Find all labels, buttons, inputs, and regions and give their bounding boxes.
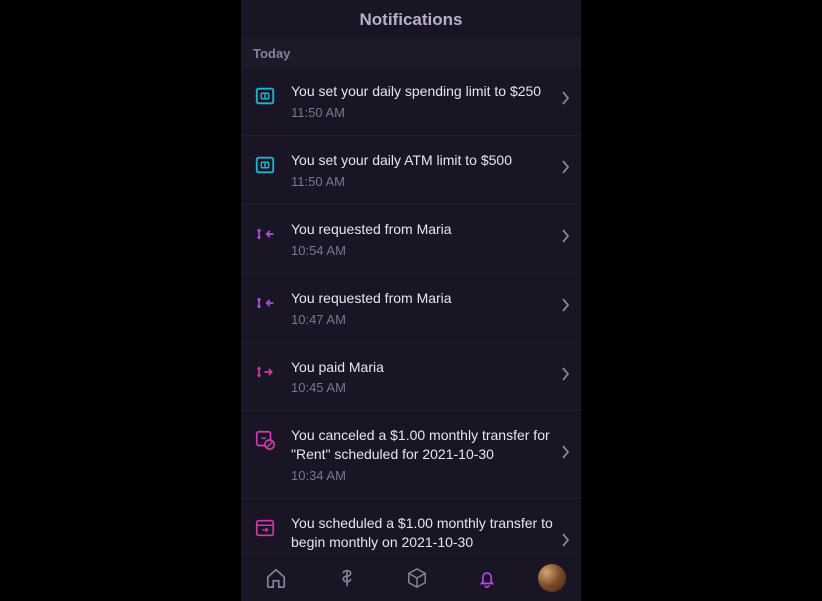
- notification-title: You set your daily ATM limit to $500: [291, 151, 553, 170]
- tab-money[interactable]: [327, 558, 367, 598]
- request-in-icon: [253, 291, 277, 315]
- chevron-right-icon: [561, 445, 571, 464]
- chevron-right-icon: [561, 160, 571, 179]
- chevron-right-icon: [561, 533, 571, 552]
- pay-out-icon: [253, 360, 277, 384]
- notification-body: You requested from Maria 10:47 AM: [277, 289, 561, 327]
- notification-row[interactable]: You scheduled a $1.00 monthly transfer t…: [241, 499, 581, 553]
- cancel-transfer-icon: [253, 428, 277, 452]
- notification-body: You set your daily ATM limit to $500 11:…: [277, 151, 561, 189]
- schedule-transfer-icon: [253, 516, 277, 540]
- notification-title: You set your daily spending limit to $25…: [291, 82, 553, 101]
- notification-body: You scheduled a $1.00 monthly transfer t…: [277, 514, 561, 553]
- notification-time: 10:54 AM: [291, 243, 553, 258]
- notification-time: 10:45 AM: [291, 380, 553, 395]
- chevron-right-icon: [561, 367, 571, 386]
- notification-time: 11:50 AM: [291, 105, 553, 120]
- notification-list: You set your daily spending limit to $25…: [241, 67, 581, 553]
- chevron-right-icon: [561, 91, 571, 110]
- notification-row[interactable]: You requested from Maria 10:47 AM: [241, 274, 581, 343]
- chevron-right-icon: [561, 298, 571, 317]
- notification-time: 10:34 AM: [291, 468, 553, 483]
- limit-card-icon: [253, 153, 277, 177]
- notification-title: You scheduled a $1.00 monthly transfer t…: [291, 514, 553, 552]
- notification-title: You requested from Maria: [291, 289, 553, 308]
- request-in-icon: [253, 222, 277, 246]
- notification-time: 11:50 AM: [291, 174, 553, 189]
- notification-title: You canceled a $1.00 monthly transfer fo…: [291, 426, 553, 464]
- notification-title: You paid Maria: [291, 358, 553, 377]
- chevron-right-icon: [561, 229, 571, 248]
- notification-body: You paid Maria 10:45 AM: [277, 358, 561, 396]
- notification-row[interactable]: You set your daily ATM limit to $500 11:…: [241, 136, 581, 205]
- tab-notifications[interactable]: [467, 558, 507, 598]
- tab-home[interactable]: [256, 558, 296, 598]
- notification-body: You requested from Maria 10:54 AM: [277, 220, 561, 258]
- notification-body: You canceled a $1.00 monthly transfer fo…: [277, 426, 561, 483]
- notification-row[interactable]: You canceled a $1.00 monthly transfer fo…: [241, 411, 581, 499]
- tab-box[interactable]: [397, 558, 437, 598]
- app-frame: Notifications Today You set your daily s…: [241, 0, 581, 601]
- page-title: Notifications: [241, 0, 581, 38]
- notification-row[interactable]: You paid Maria 10:45 AM: [241, 343, 581, 412]
- tab-bar: [241, 553, 581, 601]
- notification-title: You requested from Maria: [291, 220, 553, 239]
- notification-row[interactable]: You set your daily spending limit to $25…: [241, 67, 581, 136]
- notification-row[interactable]: You requested from Maria 10:54 AM: [241, 205, 581, 274]
- tab-profile-avatar[interactable]: [538, 564, 566, 592]
- notification-body: You set your daily spending limit to $25…: [277, 82, 561, 120]
- limit-card-icon: [253, 84, 277, 108]
- section-header-today: Today: [241, 38, 581, 67]
- notification-time: 10:47 AM: [291, 312, 553, 327]
